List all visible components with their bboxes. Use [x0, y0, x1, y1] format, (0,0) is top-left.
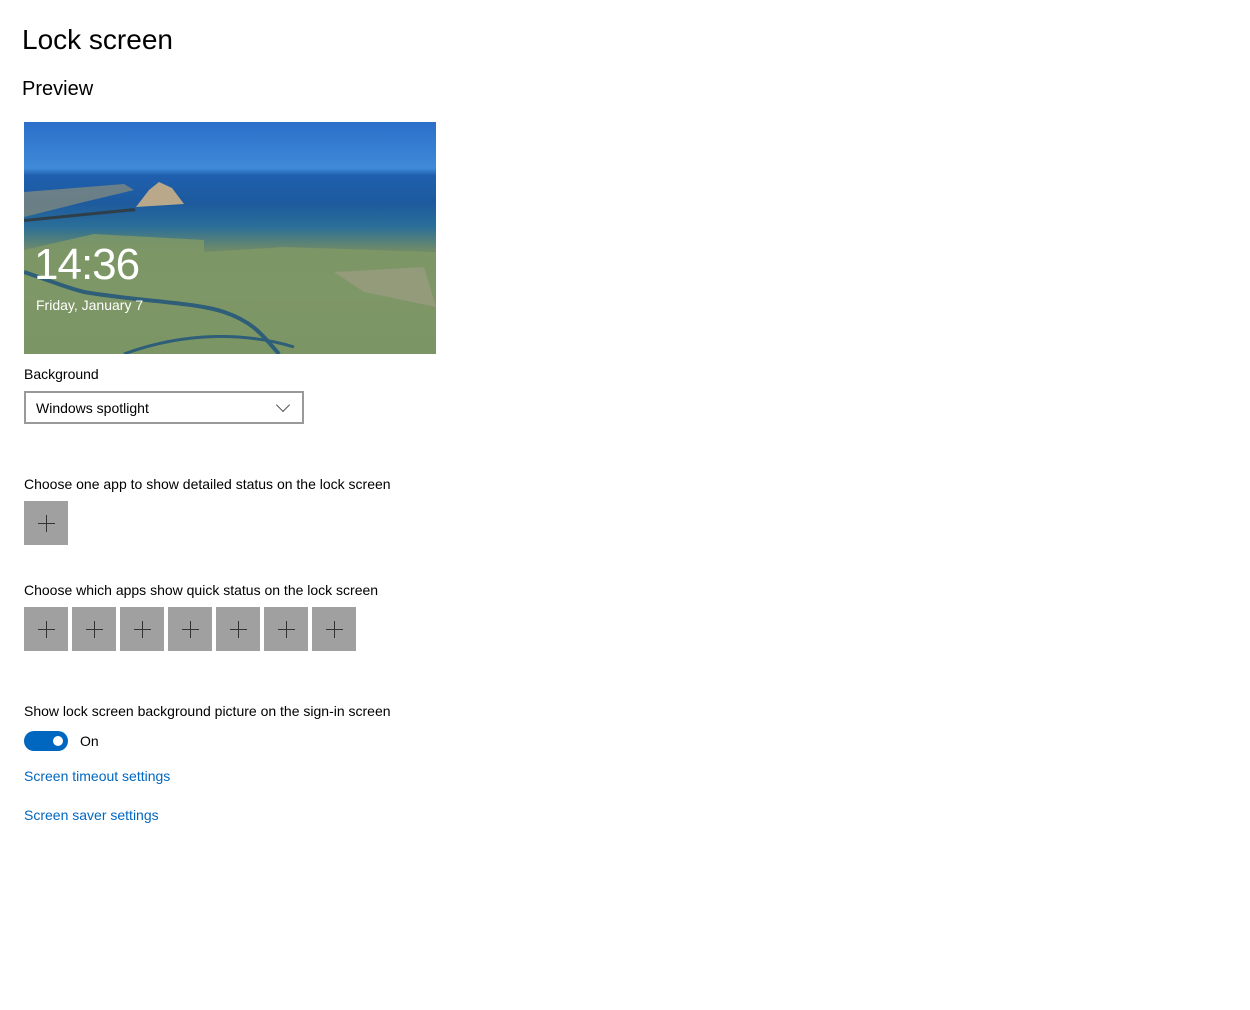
screen-saver-settings-link[interactable]: Screen saver settings	[24, 807, 159, 823]
plus-icon	[277, 620, 295, 638]
add-quick-status-app-button[interactable]	[72, 607, 116, 651]
signin-background-label: Show lock screen background picture on t…	[24, 703, 391, 719]
add-quick-status-app-button[interactable]	[120, 607, 164, 651]
detailed-status-label: Choose one app to show detailed status o…	[24, 476, 391, 492]
toggle-state-label: On	[80, 733, 99, 749]
background-selected-value: Windows spotlight	[36, 399, 149, 416]
toggle-knob	[53, 736, 63, 746]
plus-icon	[37, 620, 55, 638]
add-quick-status-app-button[interactable]	[24, 607, 68, 651]
add-quick-status-app-button[interactable]	[264, 607, 308, 651]
plus-icon	[37, 514, 55, 532]
quick-status-label: Choose which apps show quick status on t…	[24, 582, 379, 598]
background-label: Background	[24, 366, 99, 382]
chevron-down-icon	[275, 397, 291, 412]
plus-icon	[85, 620, 103, 638]
plus-icon	[325, 620, 343, 638]
plus-icon	[229, 620, 247, 638]
background-dropdown[interactable]: Windows spotlight	[24, 391, 304, 424]
preview-landscape-image	[24, 182, 436, 354]
lock-screen-preview: 14:36 Friday, January 7	[24, 122, 436, 354]
signin-background-toggle[interactable]	[24, 731, 68, 751]
plus-icon	[181, 620, 199, 638]
preview-date: Friday, January 7	[36, 297, 144, 313]
plus-icon	[133, 620, 151, 638]
add-detailed-status-app-button[interactable]	[24, 501, 68, 545]
add-quick-status-app-button[interactable]	[312, 607, 356, 651]
add-quick-status-app-button[interactable]	[216, 607, 260, 651]
quick-status-tiles	[24, 607, 356, 651]
preview-clock: 14:36	[34, 240, 140, 289]
preview-heading: Preview	[22, 78, 94, 100]
screen-timeout-settings-link[interactable]: Screen timeout settings	[24, 768, 170, 784]
add-quick-status-app-button[interactable]	[168, 607, 212, 651]
page-title: Lock screen	[22, 24, 173, 55]
